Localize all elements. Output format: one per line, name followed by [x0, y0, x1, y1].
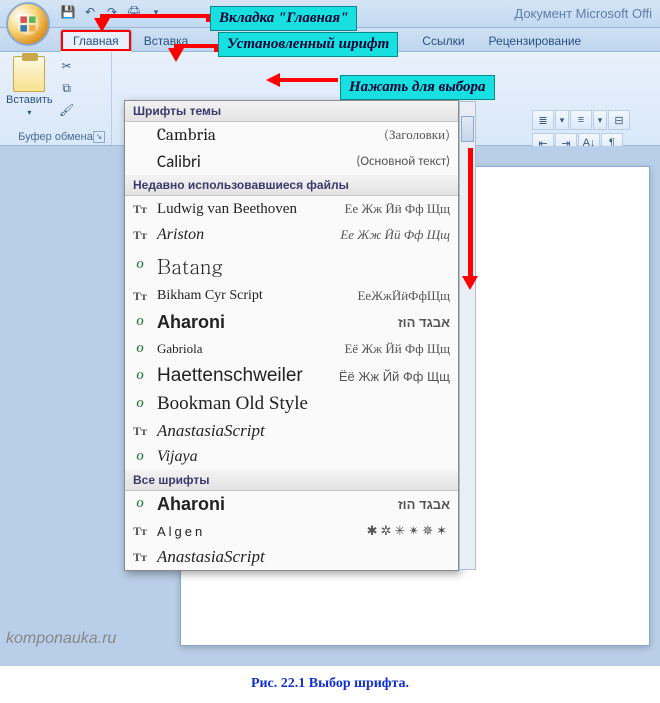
truetype-icon: Tᴛ: [131, 423, 149, 439]
font-item-name: Ariston: [157, 226, 332, 244]
font-menu-item[interactable]: Batang: [125, 248, 458, 283]
tab-home[interactable]: Главная: [60, 29, 132, 52]
font-menu-header: Шрифты темы: [125, 101, 458, 122]
font-item-name: Bookman Old Style: [157, 393, 450, 415]
font-menu-item[interactable]: Calibri (Основной текст): [125, 148, 458, 175]
font-item-name: Algen: [157, 524, 359, 539]
font-item-name: Bikham Cyr Script: [157, 288, 349, 304]
font-menu-item[interactable]: Tᴛ Ariston Ее Жж Ӥӥ Фф Щщ: [125, 222, 458, 248]
font-item-name: Cambria: [157, 126, 376, 145]
font-item-name: Ludwig van Beethoven: [157, 201, 336, 218]
truetype-icon: [131, 127, 149, 143]
font-menu-item[interactable]: Haettenschweiler Ёё Жж Йй Фф Щщ: [125, 362, 458, 390]
watermark: komponauka.ru: [6, 630, 116, 648]
font-menu-item[interactable]: Gabriola Её Жж Йй Фф Щщ: [125, 336, 458, 362]
save-icon[interactable]: 💾: [60, 4, 76, 20]
font-item-sample: Ёё Жж Йй Фф Щщ: [339, 369, 450, 384]
bullets-dd[interactable]: ▾: [555, 110, 569, 130]
opentype-icon: [131, 497, 149, 513]
font-item-sample: ✱✲✳✴✵✶: [367, 523, 450, 539]
tab-review[interactable]: Рецензирование: [477, 30, 594, 51]
document-title: Документ Microsoft Offi: [514, 6, 652, 21]
truetype-icon: Tᴛ: [131, 549, 149, 565]
font-item-sample: (Основной текст): [356, 154, 450, 169]
font-menu-item[interactable]: Tᴛ AnastasiaScript: [125, 418, 458, 444]
scissors-icon: ✂: [62, 59, 72, 73]
tab-references[interactable]: Ссылки: [410, 30, 476, 51]
clipboard-group-label: Буфер обмена ↘: [6, 129, 105, 143]
font-item-sample: Ее Жж Ӥӥ Фф Щщ: [340, 227, 450, 243]
font-item-name: Calibri: [157, 151, 348, 172]
font-item-sample: (Заголовки): [384, 127, 450, 143]
copy-icon: ⧉: [62, 81, 71, 96]
font-item-name: AnastasiaScript: [157, 547, 450, 567]
font-item-name: Aharoni: [157, 494, 390, 515]
annotation-tab: Вкладка "Главная": [210, 6, 357, 31]
opentype-icon: [131, 449, 149, 465]
format-painter-button[interactable]: 🖌: [57, 100, 77, 120]
brush-icon: 🖌: [59, 103, 74, 117]
numbering-dd[interactable]: ▾: [593, 110, 607, 130]
annotation-click: Нажать для выбора: [340, 75, 495, 100]
paste-button[interactable]: Вставить ▾: [6, 56, 53, 117]
font-item-sample: Её Жж Йй Фф Щщ: [344, 341, 450, 357]
opentype-icon: [131, 396, 149, 412]
font-item-sample: אבגד הוז: [398, 497, 450, 512]
font-menu-item[interactable]: Aharoni אבגד הוז: [125, 309, 458, 336]
opentype-icon: [131, 368, 149, 384]
font-menu-item[interactable]: Tᴛ Bikham Cyr Script ЕеЖжӤӥФфЩщ: [125, 283, 458, 309]
font-menu-item[interactable]: Tᴛ Ludwig van Beethoven Ее Жж Ӥӥ Фф Щщ: [125, 196, 458, 222]
cut-button[interactable]: ✂: [57, 56, 77, 76]
truetype-icon: Tᴛ: [131, 227, 149, 243]
font-menu-item[interactable]: Vijaya: [125, 444, 458, 470]
figure-caption: Рис. 22.1 Выбор шрифта.: [0, 676, 660, 692]
font-item-name: Aharoni: [157, 312, 390, 333]
truetype-icon: Tᴛ: [131, 288, 149, 304]
font-menu-header: Все шрифты: [125, 470, 458, 491]
clipboard-icon: [13, 56, 45, 92]
truetype-icon: [131, 154, 149, 170]
office-button[interactable]: [6, 2, 50, 46]
annotation-font: Установленный шрифт: [218, 32, 398, 57]
dialog-launcher-icon[interactable]: ↘: [93, 131, 105, 143]
scrollbar-thumb[interactable]: [461, 116, 474, 142]
font-menu-item[interactable]: Cambria (Заголовки): [125, 122, 458, 148]
truetype-icon: Tᴛ: [131, 523, 149, 539]
multilevel-button[interactable]: ⊟: [608, 110, 630, 130]
font-item-name: Haettenschweiler: [157, 365, 331, 387]
font-dropdown-menu: Шрифты темы Cambria (Заголовки) Calibri (Осн…: [124, 100, 459, 571]
clipboard-group-text: Буфер обмена: [18, 131, 93, 143]
truetype-icon: Tᴛ: [131, 201, 149, 217]
font-item-name: Vijaya: [157, 448, 450, 466]
opentype-icon: [131, 315, 149, 331]
font-menu-item[interactable]: Tᴛ Algen ✱✲✳✴✵✶: [125, 518, 458, 544]
paste-label: Вставить: [6, 94, 53, 106]
font-menu-item[interactable]: Bookman Old Style: [125, 390, 458, 418]
font-menu-item[interactable]: Aharoni אבגד הוז: [125, 491, 458, 518]
font-item-sample: Ее Жж Ӥӥ Фф Щщ: [344, 201, 450, 217]
font-item-name: Batang: [157, 251, 450, 280]
font-item-name: Gabriola: [157, 341, 336, 357]
font-item-sample: ЕеЖжӤӥФфЩщ: [357, 288, 450, 304]
font-item-sample: אבגד הוז: [398, 315, 450, 330]
font-item-name: AnastasiaScript: [157, 421, 450, 441]
bullets-button[interactable]: ≣: [532, 110, 554, 130]
font-menu-header: Недавно использовавшиеся файлы: [125, 175, 458, 196]
font-menu-item[interactable]: Tᴛ AnastasiaScript: [125, 544, 458, 570]
group-clipboard: Вставить ▾ ✂ ⧉ 🖌 Буфер обмена ↘: [0, 52, 112, 145]
opentype-icon: [131, 341, 149, 357]
opentype-icon: [131, 258, 149, 274]
numbering-button[interactable]: ≡: [570, 110, 592, 130]
copy-button[interactable]: ⧉: [57, 78, 77, 98]
office-logo-icon: [15, 11, 41, 37]
chevron-down-icon: ▾: [27, 108, 31, 117]
